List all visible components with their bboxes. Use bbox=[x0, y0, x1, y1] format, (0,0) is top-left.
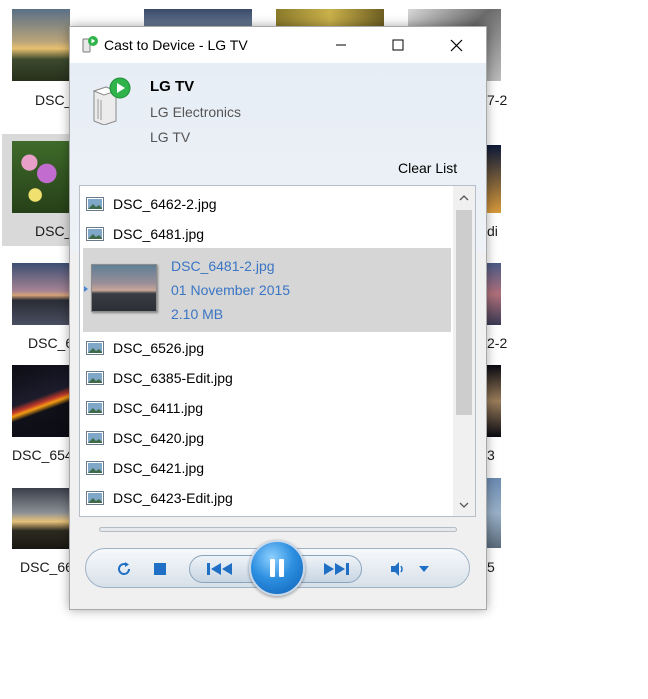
now-playing-date: 01 November 2015 bbox=[171, 282, 291, 298]
thumbnail-flowers[interactable] bbox=[12, 141, 70, 213]
list-item-label: DSC_6411.jpg bbox=[113, 400, 204, 416]
device-name: LG TV bbox=[150, 78, 195, 95]
clear-list-link[interactable]: Clear List bbox=[398, 160, 457, 176]
playlist[interactable]: DSC_6462-2.jpg DSC_6481.jpg DSC_6481-2.j… bbox=[79, 185, 476, 517]
now-playing-item[interactable]: DSC_6481-2.jpg 01 November 2015 2.10 MB bbox=[83, 248, 451, 332]
thumbnail-label: DSC_66 bbox=[20, 559, 73, 575]
maximize-icon bbox=[392, 39, 404, 51]
maximize-button[interactable] bbox=[375, 27, 421, 63]
list-item[interactable]: DSC_6526.jpg bbox=[86, 335, 446, 361]
list-item-label: DSC_6462-2.jpg bbox=[113, 196, 217, 212]
cast-app-icon bbox=[80, 35, 100, 55]
window-title: Cast to Device - LG TV bbox=[104, 37, 248, 53]
pause-icon bbox=[270, 559, 284, 577]
dropdown-arrow-icon bbox=[419, 566, 429, 572]
image-file-icon bbox=[86, 431, 104, 445]
thumbnail-label: 2-2 bbox=[487, 335, 508, 351]
list-item[interactable]: DSC_6411.jpg bbox=[86, 395, 446, 421]
list-item-label: DSC_6385-Edit.jpg bbox=[113, 370, 233, 386]
pause-button[interactable] bbox=[249, 540, 305, 596]
image-file-icon bbox=[86, 461, 104, 475]
repeat-button[interactable] bbox=[113, 558, 135, 580]
device-manufacturer: LG Electronics bbox=[150, 104, 242, 120]
thumbnail-label: 5 bbox=[487, 559, 495, 575]
previous-button[interactable] bbox=[200, 557, 240, 581]
thumbnail-label: DSC_654 bbox=[12, 447, 73, 463]
now-playing-thumbnail bbox=[91, 264, 157, 312]
thumbnail-label: 7-2 bbox=[487, 92, 508, 108]
minimize-button[interactable] bbox=[318, 27, 364, 63]
now-playing-size: 2.10 MB bbox=[171, 306, 224, 322]
stop-icon bbox=[154, 563, 166, 575]
image-file-icon bbox=[86, 491, 104, 505]
thumbnail-trees[interactable] bbox=[276, 9, 384, 27]
previous-icon bbox=[207, 563, 232, 575]
device-model: LG TV bbox=[150, 129, 191, 145]
thumbnail-label: 3 bbox=[487, 447, 495, 463]
close-button[interactable] bbox=[433, 27, 479, 63]
volume-icon bbox=[391, 562, 403, 576]
thumbnail-label: DSC_ bbox=[35, 92, 73, 108]
image-file-icon bbox=[86, 341, 104, 355]
list-item[interactable]: DSC_6423-Edit.jpg bbox=[86, 485, 446, 511]
chevron-down-icon bbox=[459, 502, 469, 508]
list-item-label: DSC_6423-Edit.jpg bbox=[113, 490, 233, 506]
thumbnail-lake[interactable] bbox=[12, 263, 70, 325]
minimize-icon bbox=[336, 44, 346, 46]
thumbnail-label: DSC_6 bbox=[28, 335, 74, 351]
title-bar[interactable]: Cast to Device - LG TV bbox=[70, 27, 486, 63]
image-file-icon bbox=[86, 371, 104, 385]
playlist-scrollbar[interactable] bbox=[453, 186, 475, 516]
scroll-down-button[interactable] bbox=[453, 494, 475, 516]
list-item[interactable]: DSC_6421.jpg bbox=[86, 455, 446, 481]
thumbnail-right-1[interactable] bbox=[487, 145, 501, 213]
list-item[interactable]: DSC_6420.jpg bbox=[86, 425, 446, 451]
now-playing-indicator-icon bbox=[84, 286, 88, 292]
stop-button[interactable] bbox=[149, 558, 171, 580]
thumbnail-right-2[interactable] bbox=[487, 263, 501, 325]
media-device-icon bbox=[90, 77, 132, 130]
now-playing-filename: DSC_6481-2.jpg bbox=[171, 258, 275, 274]
thumbnail-light-trails[interactable] bbox=[12, 365, 70, 437]
thumbnail-sunset[interactable] bbox=[12, 9, 70, 81]
close-icon bbox=[450, 39, 462, 51]
thumbnail-label: di bbox=[487, 223, 498, 239]
next-button[interactable] bbox=[316, 557, 356, 581]
seek-bar[interactable] bbox=[99, 527, 457, 532]
thumbnail-right-4[interactable] bbox=[487, 478, 501, 548]
list-item-label: DSC_6420.jpg bbox=[113, 430, 205, 446]
volume-dropdown-button[interactable] bbox=[416, 560, 432, 578]
list-item-label: DSC_6526.jpg bbox=[113, 340, 205, 356]
next-icon bbox=[324, 563, 349, 575]
repeat-icon bbox=[118, 562, 131, 575]
image-file-icon bbox=[86, 197, 104, 211]
chevron-up-icon bbox=[459, 194, 469, 200]
list-item[interactable]: DSC_6481.jpg bbox=[86, 221, 446, 247]
image-file-icon bbox=[86, 227, 104, 241]
list-item[interactable]: DSC_6462-2.jpg bbox=[86, 191, 446, 217]
list-item-label: DSC_6481.jpg bbox=[113, 226, 205, 242]
list-item-label: DSC_6421.jpg bbox=[113, 460, 205, 476]
thumbnail-right-3[interactable] bbox=[487, 365, 501, 437]
thumbnail-label: DSC_ bbox=[35, 223, 73, 239]
image-file-icon bbox=[86, 401, 104, 415]
scroll-thumb[interactable] bbox=[456, 210, 472, 415]
thumbnail-clouds[interactable] bbox=[12, 488, 70, 549]
scroll-up-button[interactable] bbox=[453, 186, 475, 208]
volume-button[interactable] bbox=[386, 558, 408, 580]
list-item[interactable]: DSC_6385-Edit.jpg bbox=[86, 365, 446, 391]
thumbnail-sky[interactable] bbox=[144, 9, 252, 27]
